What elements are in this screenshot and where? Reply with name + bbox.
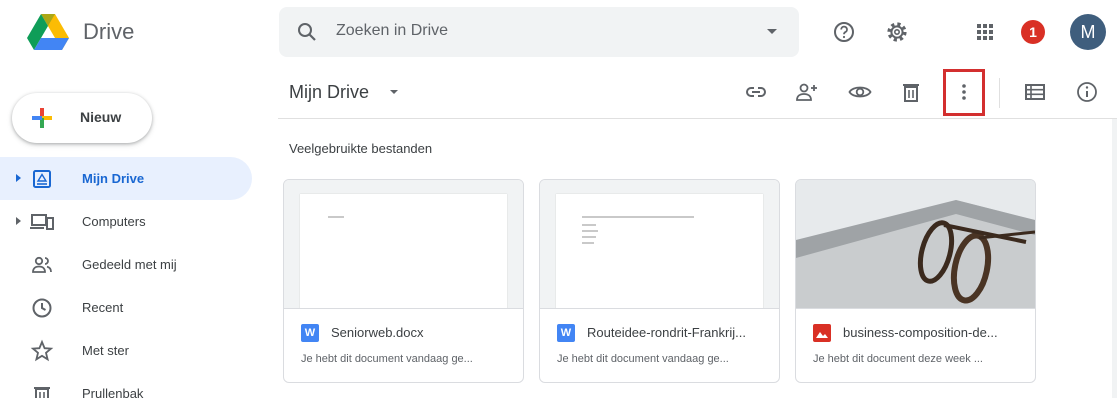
file-card[interactable]: business-composition-de... Je hebt dit d… (795, 179, 1036, 383)
expand-arrow-icon[interactable] (16, 217, 21, 225)
computer-icon (30, 214, 54, 230)
file-activity: Je hebt dit document vandaag ge... (557, 353, 729, 365)
sidebar-item-label: Gedeeld met mij (82, 257, 177, 272)
drive-folder-icon (33, 170, 51, 188)
new-button-label: Nieuw (80, 109, 122, 125)
help-icon[interactable] (831, 19, 857, 45)
file-card[interactable]: W Seniorweb.docx Je hebt dit document va… (283, 179, 524, 383)
file-name: Routeidee-rondrit-Frankrij... (587, 325, 746, 340)
word-document-icon: W (557, 324, 575, 342)
search-icon[interactable] (297, 22, 317, 42)
sidebar-item-label: Recent (82, 300, 124, 315)
file-thumbnail (540, 180, 779, 309)
document-preview (300, 194, 507, 308)
sidebar-item-computers[interactable]: Computers (0, 200, 252, 243)
app-name: Drive (83, 19, 135, 44)
sidebar-item-shared[interactable]: Gedeeld met mij (0, 243, 252, 286)
sidebar-item-label: Computers (82, 214, 146, 229)
drive-logo-icon[interactable] (26, 12, 70, 52)
eye-icon[interactable] (848, 80, 872, 104)
file-name: Seniorweb.docx (331, 325, 424, 340)
file-name: business-composition-de... (843, 325, 998, 340)
list-view-icon[interactable] (1023, 80, 1047, 104)
glasses-photo-icon (796, 180, 1035, 308)
section-title: Veelgebruikte bestanden (289, 141, 433, 156)
top-bar: Drive Zoeken in Drive 1 M (0, 0, 1117, 64)
file-card[interactable]: W Routeidee-rondrit-Frankrij... Je hebt … (539, 179, 780, 383)
scrollbar-track[interactable] (1112, 119, 1117, 398)
apps-grid-icon[interactable] (972, 19, 998, 45)
info-icon[interactable] (1075, 80, 1099, 104)
breadcrumb-chevron-down-icon[interactable] (390, 90, 398, 94)
expand-arrow-icon[interactable] (16, 174, 21, 182)
link-icon[interactable] (744, 80, 768, 104)
notification-badge[interactable]: 1 (1021, 20, 1045, 44)
file-activity: Je hebt dit document deze week ... (813, 353, 983, 365)
word-document-icon: W (301, 324, 319, 342)
search-bar[interactable]: Zoeken in Drive (279, 7, 799, 57)
trash-icon (34, 387, 50, 398)
sidebar-item-label: Met ster (82, 343, 129, 358)
file-activity: Je hebt dit document vandaag ge... (301, 353, 473, 365)
sidebar-item-label: Prullenbak (82, 386, 144, 398)
breadcrumb[interactable]: Mijn Drive (289, 82, 369, 103)
people-icon (32, 256, 52, 273)
image-thumbnail (796, 180, 1035, 309)
image-file-icon (813, 324, 831, 342)
sidebar-item-label: Mijn Drive (82, 171, 145, 186)
sidebar-item-recent[interactable]: Recent (0, 286, 252, 329)
search-input[interactable]: Zoeken in Drive (336, 22, 448, 40)
sidebar-item-my-drive[interactable]: Mijn Drive (0, 157, 252, 200)
star-icon (30, 339, 54, 362)
sidebar-nav: Mijn Drive Computers Gedeeld met mij Rec… (0, 157, 260, 398)
sidebar-item-starred[interactable]: Met ster (0, 329, 252, 372)
plus-icon (32, 108, 52, 128)
toolbar-divider (999, 78, 1000, 108)
mountain-icon (816, 332, 828, 338)
sidebar-item-trash[interactable]: Prullenbak (0, 372, 252, 398)
file-thumbnail (284, 180, 523, 309)
new-button[interactable]: Nieuw (12, 93, 152, 143)
clock-icon (32, 298, 52, 318)
avatar[interactable]: M (1070, 14, 1106, 50)
add-person-icon[interactable] (795, 80, 819, 104)
search-options-chevron-icon[interactable] (767, 29, 777, 34)
gear-icon[interactable] (884, 19, 910, 45)
more-options-highlight-box (943, 69, 985, 116)
document-preview (556, 194, 763, 308)
toolbar-divider-horizontal (278, 118, 1117, 119)
delete-icon[interactable] (899, 80, 923, 104)
